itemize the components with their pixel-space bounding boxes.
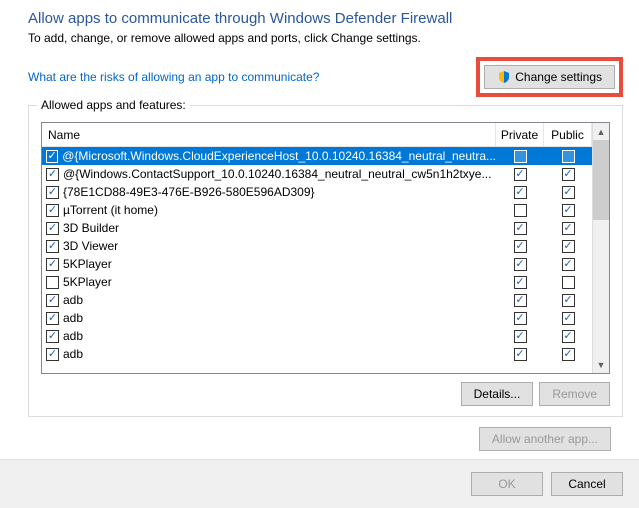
- app-name: adb: [63, 347, 83, 361]
- ok-button[interactable]: OK: [471, 472, 543, 496]
- apps-list: Name Private Public ✓@{Microsoft.Windows…: [41, 122, 610, 374]
- checkbox-icon[interactable]: [562, 150, 575, 163]
- checkbox-icon[interactable]: [562, 276, 575, 289]
- checkbox-icon[interactable]: ✓: [514, 276, 527, 289]
- col-public[interactable]: Public: [544, 123, 592, 146]
- table-row[interactable]: ✓ @{Windows.ContactSupport_10.0.10240.163…: [42, 165, 592, 183]
- checkbox-icon[interactable]: ✓: [562, 294, 575, 307]
- checkbox-icon[interactable]: ✓: [562, 222, 575, 235]
- checkbox-icon[interactable]: ✓: [46, 258, 59, 271]
- checkbox-icon[interactable]: ✓: [46, 150, 58, 163]
- table-row[interactable]: ✓ 3D Builder ✓ ✓: [42, 219, 592, 237]
- column-headers: Name Private Public: [42, 123, 592, 147]
- app-name: 5KPlayer: [63, 275, 112, 289]
- checkbox-icon[interactable]: ✓: [46, 222, 59, 235]
- checkbox-icon[interactable]: ✓: [514, 348, 527, 361]
- checkbox-icon[interactable]: ✓: [514, 294, 527, 307]
- scroll-down-icon[interactable]: ▼: [593, 356, 609, 373]
- table-row[interactable]: ✓ adb ✓ ✓: [42, 309, 592, 327]
- checkbox-icon[interactable]: ✓: [562, 168, 575, 181]
- checkbox-icon[interactable]: ✓: [562, 258, 575, 271]
- scroll-up-icon[interactable]: ▲: [593, 123, 609, 140]
- page-title: Allow apps to communicate through Window…: [28, 10, 623, 27]
- checkbox-icon[interactable]: ✓: [562, 330, 575, 343]
- checkbox-icon[interactable]: ✓: [514, 168, 527, 181]
- checkbox-icon[interactable]: ✓: [46, 204, 59, 217]
- checkbox-icon[interactable]: ✓: [562, 204, 575, 217]
- app-name: {78E1CD88-49E3-476E-B926-580E596AD309}: [63, 185, 315, 199]
- app-name: @{Microsoft.Windows.CloudExperienceHost_…: [62, 149, 496, 163]
- table-row[interactable]: ✓ 3D Viewer ✓ ✓: [42, 237, 592, 255]
- checkbox-icon[interactable]: [514, 204, 527, 217]
- checkbox-icon[interactable]: ✓: [514, 186, 527, 199]
- scroll-thumb[interactable]: [593, 140, 609, 220]
- change-settings-button[interactable]: Change settings: [484, 65, 615, 89]
- checkbox-icon[interactable]: ✓: [46, 330, 59, 343]
- checkbox-icon[interactable]: ✓: [46, 168, 59, 181]
- group-label: Allowed apps and features:: [37, 98, 190, 112]
- allow-another-app-button[interactable]: Allow another app...: [479, 427, 611, 451]
- checkbox-icon[interactable]: ✓: [46, 240, 59, 253]
- checkbox-icon[interactable]: ✓: [562, 186, 575, 199]
- change-settings-highlight: Change settings: [476, 57, 623, 97]
- footer: OK Cancel: [0, 459, 639, 508]
- allowed-apps-group: Allowed apps and features: Name Private …: [28, 105, 623, 417]
- checkbox-icon[interactable]: ✓: [514, 258, 527, 271]
- scrollbar[interactable]: ▲ ▼: [592, 123, 609, 373]
- col-name[interactable]: Name: [42, 123, 496, 146]
- risk-link[interactable]: What are the risks of allowing an app to…: [28, 70, 319, 84]
- cancel-button[interactable]: Cancel: [551, 472, 623, 496]
- checkbox-icon[interactable]: ✓: [514, 240, 527, 253]
- checkbox-icon[interactable]: ✓: [46, 312, 59, 325]
- app-name: 3D Builder: [63, 221, 119, 235]
- app-name: adb: [63, 329, 83, 343]
- page-subtitle: To add, change, or remove allowed apps a…: [28, 31, 623, 45]
- col-private[interactable]: Private: [496, 123, 544, 146]
- app-name: adb: [63, 311, 83, 325]
- checkbox-icon[interactable]: ✓: [46, 294, 59, 307]
- table-row[interactable]: 5KPlayer ✓: [42, 273, 592, 291]
- checkbox-icon[interactable]: ✓: [514, 312, 527, 325]
- table-row[interactable]: ✓ adb ✓ ✓: [42, 345, 592, 363]
- app-name: 5KPlayer: [63, 257, 112, 271]
- app-name: adb: [63, 293, 83, 307]
- checkbox-icon[interactable]: ✓: [514, 222, 527, 235]
- table-row[interactable]: ✓ @{Microsoft.Windows.CloudExperienceHost…: [42, 147, 592, 165]
- app-name: 3D Viewer: [63, 239, 118, 253]
- table-row[interactable]: ✓ adb ✓ ✓: [42, 291, 592, 309]
- scroll-track[interactable]: [593, 220, 609, 356]
- table-row[interactable]: ✓ {78E1CD88-49E3-476E-B926-580E596AD309} ✓…: [42, 183, 592, 201]
- checkbox-icon[interactable]: [514, 150, 527, 163]
- app-name: µTorrent (it home): [63, 203, 158, 217]
- table-row[interactable]: ✓ µTorrent (it home) ✓: [42, 201, 592, 219]
- checkbox-icon[interactable]: [46, 276, 59, 289]
- change-settings-label: Change settings: [515, 70, 602, 84]
- table-row[interactable]: ✓ adb ✓ ✓: [42, 327, 592, 345]
- shield-icon: [497, 70, 511, 84]
- details-button[interactable]: Details...: [461, 382, 534, 406]
- checkbox-icon[interactable]: ✓: [46, 348, 59, 361]
- app-name: @{Windows.ContactSupport_10.0.10240.1638…: [63, 167, 491, 181]
- checkbox-icon[interactable]: ✓: [562, 240, 575, 253]
- checkbox-icon[interactable]: ✓: [514, 330, 527, 343]
- checkbox-icon[interactable]: ✓: [562, 348, 575, 361]
- remove-button[interactable]: Remove: [539, 382, 610, 406]
- checkbox-icon[interactable]: ✓: [562, 312, 575, 325]
- table-row[interactable]: ✓ 5KPlayer ✓ ✓: [42, 255, 592, 273]
- checkbox-icon[interactable]: ✓: [46, 186, 59, 199]
